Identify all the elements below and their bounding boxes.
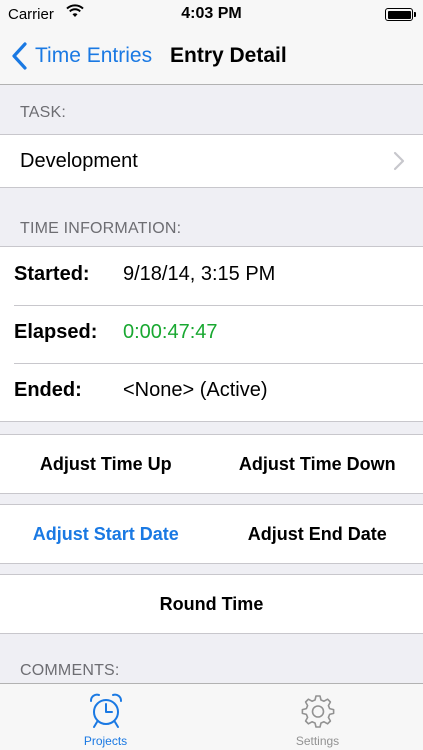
adjust-end-date-button[interactable]: Adjust End Date: [212, 505, 423, 563]
navigation-bar: Time Entries Entry Detail: [0, 30, 423, 85]
adjust-time-group: Adjust Time Up Adjust Time Down: [0, 434, 423, 494]
adjust-time-up-button[interactable]: Adjust Time Up: [0, 435, 212, 493]
started-row: Started: 9/18/14, 3:15 PM: [0, 247, 423, 305]
elapsed-value: 0:00:47:47: [123, 321, 218, 343]
page-title: Entry Detail: [170, 44, 287, 67]
started-label: Started:: [14, 263, 90, 285]
comments-section-header: COMMENTS:: [20, 662, 120, 679]
ended-row: Ended: <None> (Active): [0, 363, 423, 421]
status-time: 4:03 PM: [181, 5, 242, 22]
round-time-button[interactable]: Round Time: [0, 575, 423, 633]
chevron-left-icon: [12, 42, 27, 70]
round-time-group: Round Time: [0, 574, 423, 634]
elapsed-label: Elapsed:: [14, 321, 98, 343]
back-button-label: Time Entries: [35, 44, 153, 67]
task-row[interactable]: Development: [0, 135, 423, 187]
adjust-time-down-button[interactable]: Adjust Time Down: [212, 435, 423, 493]
gear-icon: [301, 695, 334, 728]
status-bar: Carrier 4:03 PM: [0, 0, 423, 30]
back-button[interactable]: Time Entries: [8, 41, 152, 71]
adjust-date-group: Adjust Start Date Adjust End Date: [0, 504, 423, 564]
tab-projects-label: Projects: [83, 734, 128, 748]
tab-settings-label: Settings: [295, 734, 340, 748]
time-section-header: TIME INFORMATION:: [20, 220, 182, 237]
battery-icon: [385, 8, 416, 21]
chevron-right-icon: [393, 151, 405, 171]
tab-projects[interactable]: Projects: [0, 684, 211, 750]
task-section-header: TASK:: [20, 104, 67, 121]
alarm-clock-icon: [89, 693, 122, 728]
task-group: Development: [0, 134, 423, 188]
time-info-group: Started: 9/18/14, 3:15 PM Elapsed: 0:00:…: [0, 246, 423, 422]
task-value: Development: [20, 149, 138, 172]
tab-bar: Projects Settings: [0, 683, 423, 750]
elapsed-row: Elapsed: 0:00:47:47: [0, 305, 423, 363]
tab-settings[interactable]: Settings: [212, 684, 423, 750]
ended-label: Ended:: [14, 379, 82, 401]
adjust-start-date-button[interactable]: Adjust Start Date: [0, 505, 212, 563]
ended-value: <None> (Active): [123, 379, 268, 401]
started-value: 9/18/14, 3:15 PM: [123, 263, 276, 285]
